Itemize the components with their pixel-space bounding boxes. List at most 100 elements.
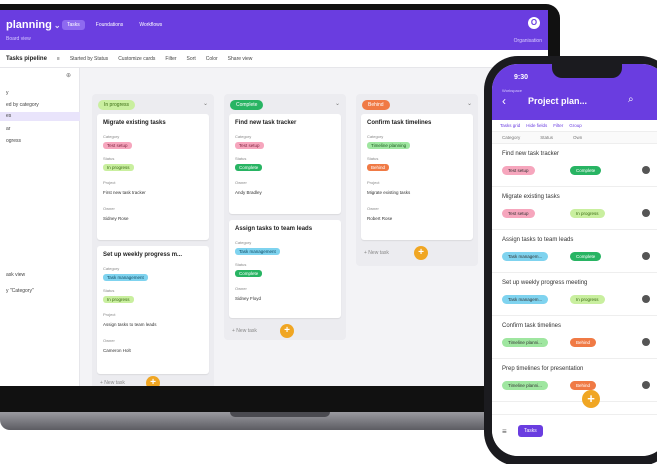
avatar — [642, 295, 650, 303]
field-value: Assign tasks to team leads — [103, 322, 157, 327]
list-item[interactable]: Migrate existing tasks Test setup In progr… — [492, 187, 657, 230]
status-badge: Complete — [230, 100, 264, 110]
toolbar-stacked-button[interactable]: Started by Status — [70, 56, 108, 62]
status-tag: Behind — [570, 381, 597, 390]
sidebar-item[interactable]: y "Category" — [6, 288, 34, 294]
nav-tab-workflows[interactable]: Workflows — [134, 20, 167, 30]
add-view-icon[interactable]: ⊕ — [66, 72, 71, 79]
add-card-button[interactable]: + — [146, 376, 160, 386]
toolbar-color-button[interactable]: Color — [206, 56, 218, 62]
back-arrow-icon[interactable]: ‹ — [502, 94, 506, 108]
app-header: planning ⌄ Board view Tasks Foundations W… — [0, 10, 548, 50]
field-label: Project — [103, 180, 116, 185]
status-time: 9:30 — [514, 74, 529, 81]
phone-notch — [552, 64, 622, 78]
chevron-down-icon: ⌄ — [53, 21, 61, 30]
kanban-card[interactable]: Confirm task timelines Category Timeline… — [361, 114, 473, 240]
toolbar-share-button[interactable]: Share view — [228, 56, 253, 62]
toolbar-sort-button[interactable]: Sort — [187, 56, 196, 62]
workspace-label: Organisation — [513, 38, 542, 44]
kanban-card[interactable]: Find new task tracker Category Test setu… — [229, 114, 341, 214]
owner-name: Sidney Rose — [103, 216, 129, 221]
record-title: Confirm task timelines — [502, 323, 562, 329]
record-title: Set up weekly progress meeting — [502, 280, 588, 286]
sidebar-item[interactable]: ar — [6, 126, 10, 132]
status-tag: Behind — [367, 164, 390, 171]
kanban-card[interactable]: Assign tasks to team leads Category Task… — [229, 220, 341, 318]
phone-frame: 9:30 Workspace ‹ Project plan... ⌕ Tasks… — [484, 56, 657, 464]
toolbar-filter-button[interactable]: Filter — [165, 56, 176, 62]
list-item[interactable]: Assign tasks to team leads Task managem..… — [492, 230, 657, 273]
kanban-column-in-progress: In progress ⌄ Migrate existing tasks Cat… — [92, 94, 214, 386]
status-tag: In progress — [570, 295, 605, 304]
avatar — [642, 209, 650, 217]
sidebar-item[interactable]: y — [6, 90, 9, 96]
add-record-button[interactable]: + — [582, 390, 600, 408]
phone-bottom-bar: ≡ Tasks — [492, 414, 657, 456]
kanban-card[interactable]: Migrate existing tasks Category Test set… — [97, 114, 209, 240]
sidebar-item[interactable]: ed by category — [6, 102, 39, 108]
category-tag: Timeline planni... — [502, 338, 548, 347]
avatar[interactable]: O — [528, 17, 540, 29]
record-title: Assign tasks to team leads — [502, 237, 574, 243]
field-label: Project — [103, 312, 116, 317]
phone-hide-fields[interactable]: Hide fields — [526, 123, 547, 128]
add-card-button[interactable]: + — [414, 246, 428, 260]
category-tag: Task management — [235, 248, 280, 255]
status-tag: Complete — [235, 164, 263, 171]
category-tag: Test setup — [502, 209, 535, 218]
laptop-frame: planning ⌄ Board view Tasks Foundations W… — [0, 4, 560, 414]
view-toolbar: Tasks pipeline ≡ Started by Status Custo… — [0, 50, 548, 68]
list-item[interactable]: Find new task tracker Test setup Complete — [492, 144, 657, 187]
base-subtitle: Board view — [6, 36, 31, 42]
field-label: Owner — [235, 286, 247, 291]
list-item[interactable]: Prep timelines for presentation Timeline … — [492, 359, 657, 402]
owner-name: Robert Rose — [367, 216, 393, 221]
nav-tab-tasks[interactable]: Tasks — [62, 20, 85, 30]
phone-screen: 9:30 Workspace ‹ Project plan... ⌕ Tasks… — [492, 64, 657, 456]
add-task-link[interactable]: + New task — [364, 250, 389, 256]
field-label: Status — [235, 262, 247, 267]
add-task-link[interactable]: + New task — [232, 328, 257, 334]
add-task-link[interactable]: + New task — [100, 380, 125, 386]
category-tag: Test setup — [103, 142, 132, 149]
menu-icon[interactable]: ≡ — [502, 427, 507, 436]
phone-header: 9:30 Workspace ‹ Project plan... ⌕ — [492, 64, 657, 120]
field-label: Project — [367, 180, 380, 185]
status-badge: In progress — [98, 100, 136, 110]
phone-title[interactable]: Project plan... — [528, 96, 587, 106]
tasks-tab[interactable]: Tasks — [518, 425, 543, 437]
kanban-column-behind: Behind ⌄ Confirm task timelines Category… — [356, 94, 478, 266]
kanban-card[interactable]: Set up weekly progress m... Category Tas… — [97, 246, 209, 374]
search-icon[interactable]: ⌕ — [628, 94, 634, 105]
chevron-down-icon[interactable]: ⌄ — [203, 100, 208, 107]
phone-group[interactable]: Group — [569, 123, 582, 128]
view-switcher[interactable]: Tasks pipeline — [6, 56, 47, 62]
list-item[interactable]: Confirm task timelines Timeline planni...… — [492, 316, 657, 359]
chevron-down-icon[interactable]: ⌄ — [335, 100, 340, 107]
field-label: Owner — [103, 338, 115, 343]
status-tag: Complete — [570, 166, 602, 175]
card-title: Migrate existing tasks — [103, 120, 166, 126]
column-header: Complete ⌄ — [224, 94, 346, 114]
base-title[interactable]: planning ⌄ — [6, 19, 61, 31]
list-item[interactable]: Set up weekly progress meeting Task manag… — [492, 273, 657, 316]
category-tag: Task managem... — [502, 252, 549, 261]
sidebar-item-selected[interactable]: es — [0, 112, 80, 121]
chevron-down-icon[interactable]: ⌄ — [467, 100, 472, 107]
sidebar-item[interactable]: ogress — [6, 138, 21, 144]
views-sidebar: ⊕ y ed by category es ar ogress ask view… — [0, 68, 80, 386]
record-title: Migrate existing tasks — [502, 194, 560, 200]
phone-view-switcher[interactable]: Tasks grid — [500, 123, 520, 128]
field-label: Category — [235, 134, 252, 139]
add-card-button[interactable]: + — [280, 324, 294, 338]
toolbar-menu-icon[interactable]: ≡ — [57, 56, 60, 62]
nav-tab-foundations[interactable]: Foundations — [91, 20, 129, 30]
phone-filter[interactable]: Filter — [553, 123, 563, 128]
field-label: Category — [235, 240, 252, 245]
toolbar-customize-button[interactable]: Customize cards — [118, 56, 155, 62]
phone-toolbar: Tasks grid Hide fields Filter Group — [492, 120, 657, 132]
status-tag: In progress — [570, 209, 605, 218]
sidebar-item[interactable]: ask view — [6, 272, 25, 278]
card-title: Confirm task timelines — [367, 120, 432, 126]
